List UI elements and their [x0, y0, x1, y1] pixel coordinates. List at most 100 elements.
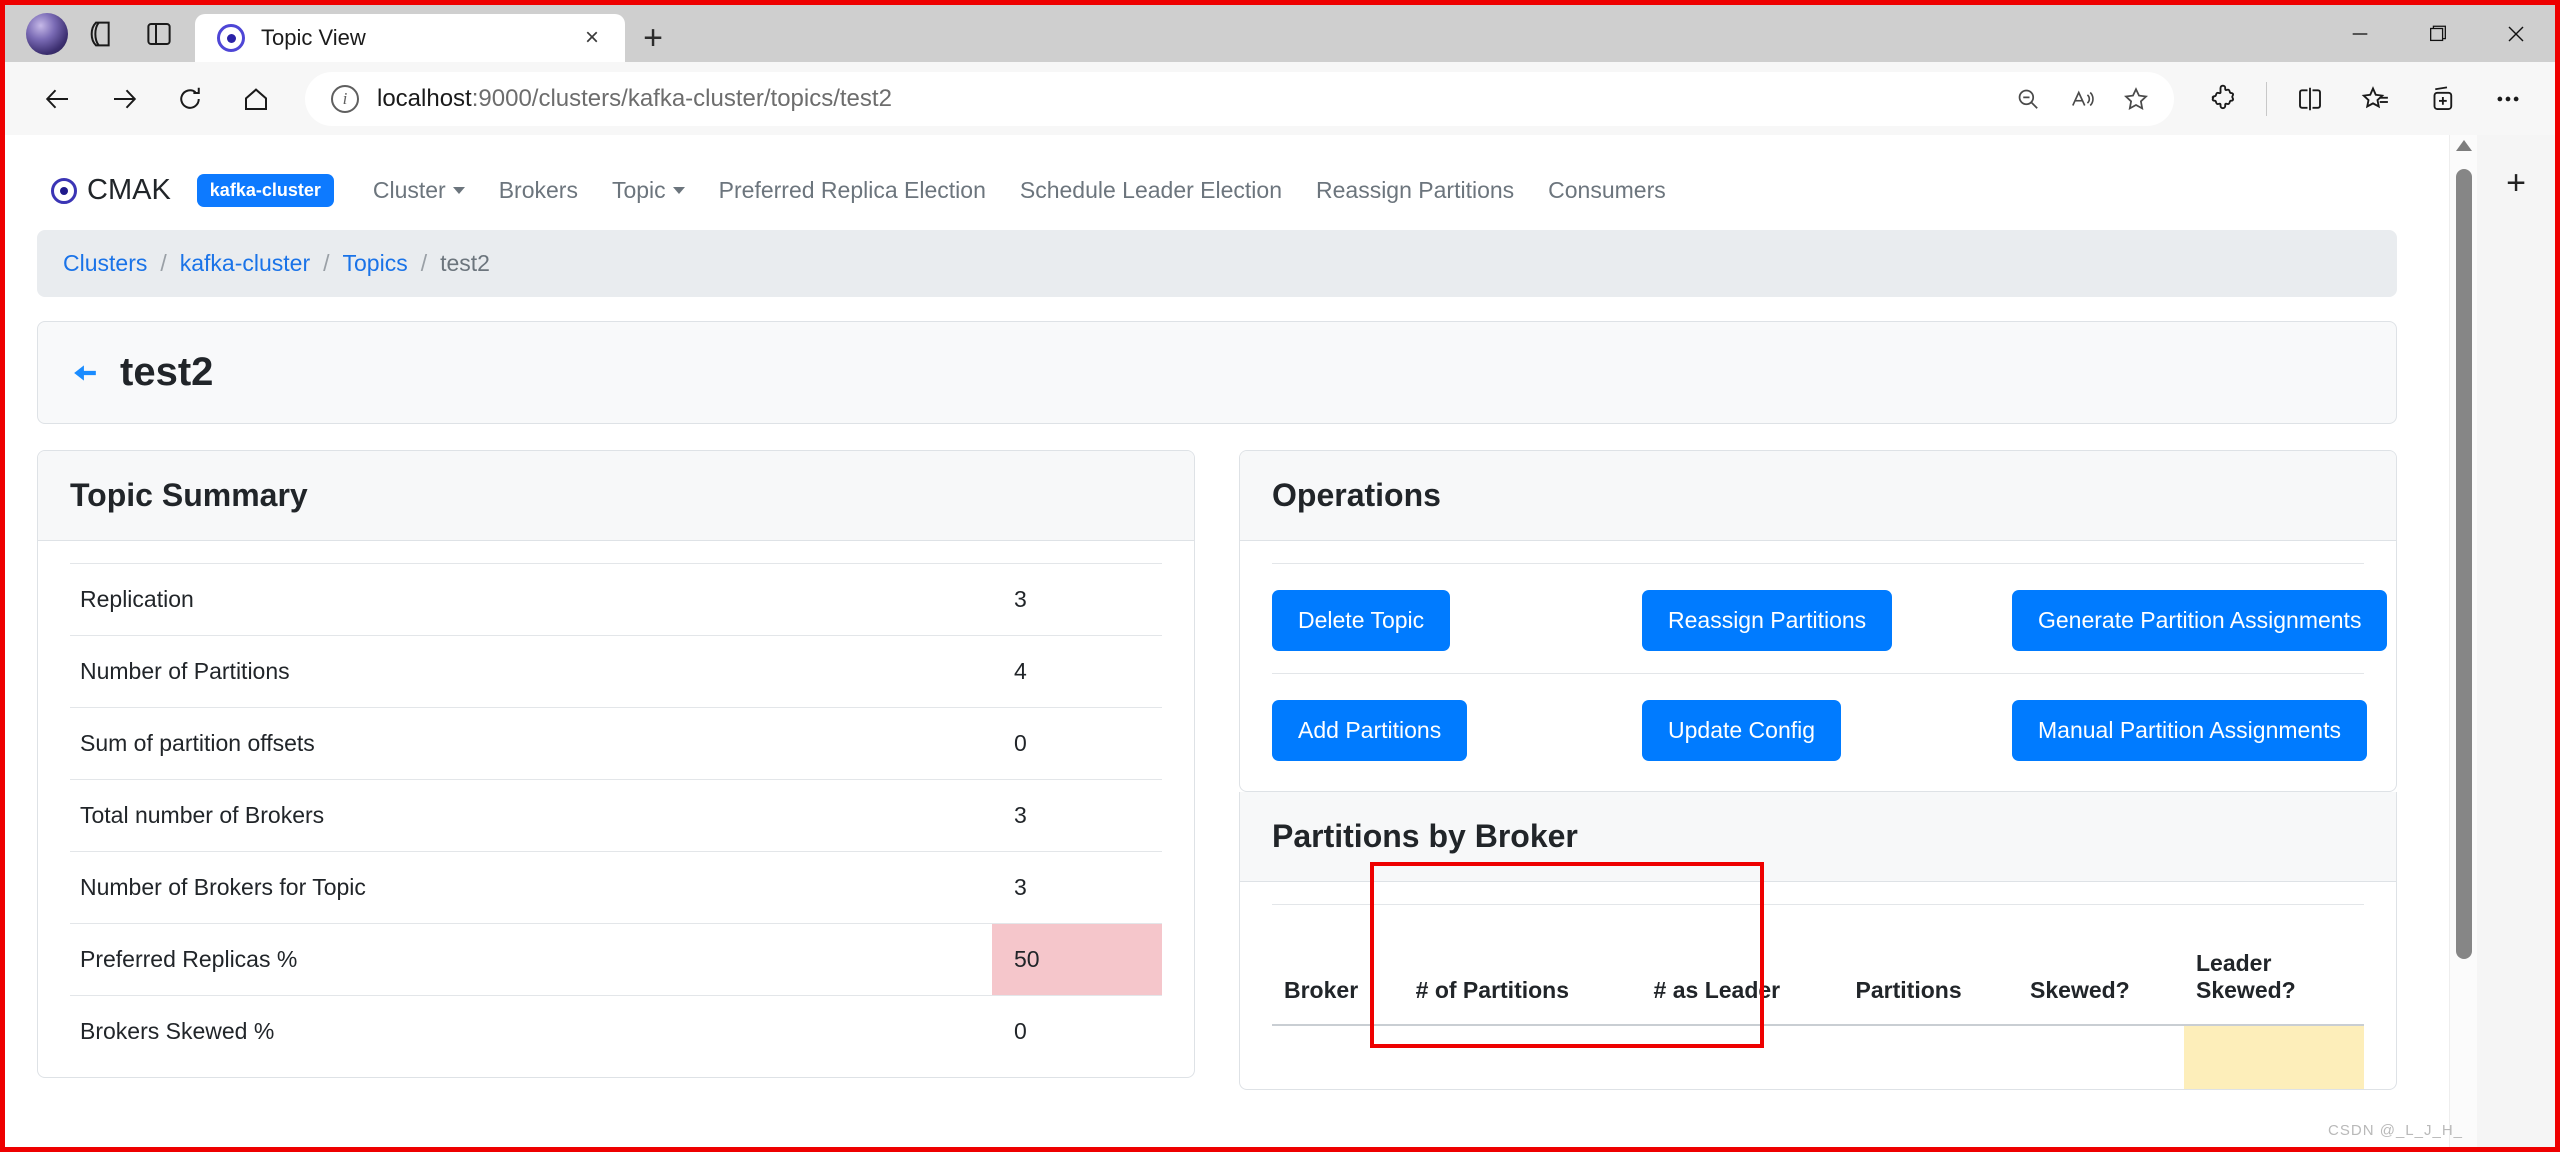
table-row: Number of Partitions 4	[70, 636, 1162, 708]
workspaces-icon[interactable]	[75, 5, 131, 62]
operations-cell: Update Config	[1642, 700, 1972, 761]
breadcrumb-separator: /	[421, 250, 427, 277]
table-row	[1272, 1025, 2364, 1089]
add-sidebar-app-button[interactable]: +	[2490, 157, 2542, 209]
reassign-partitions-button[interactable]: Reassign Partitions	[1642, 590, 1892, 651]
nav-item-topic[interactable]: Topic	[595, 171, 702, 210]
operations-row-2: Add Partitions Update Config Manual Part…	[1272, 673, 2364, 761]
cell-partitions	[1844, 1025, 2018, 1089]
add-partitions-button[interactable]: Add Partitions	[1272, 700, 1467, 761]
nav-item-preferred-replica-election[interactable]: Preferred Replica Election	[702, 171, 1003, 210]
cmak-brand-label: CMAK	[87, 174, 171, 207]
close-icon[interactable]: ×	[575, 24, 609, 52]
forward-arrow-icon[interactable]	[93, 73, 155, 125]
column-header-num-as-leader[interactable]: # as Leader	[1642, 930, 1844, 1025]
read-aloud-icon[interactable]	[2056, 76, 2108, 122]
nav-item-cluster-label: Cluster	[373, 177, 446, 204]
manual-partition-assignments-button[interactable]: Manual Partition Assignments	[2012, 700, 2367, 761]
column-header-num-of-partitions[interactable]: # of Partitions	[1404, 930, 1642, 1025]
summary-value-replication: 3	[992, 564, 1162, 636]
table-row: Replication 3	[70, 564, 1162, 636]
operations-card: Operations Delete Topic Reassign Partiti…	[1239, 450, 2397, 792]
page-viewport: CMAK kafka-cluster Cluster Brokers Topic…	[5, 135, 2555, 1147]
split-screen-icon[interactable]	[2279, 73, 2341, 125]
maximize-icon[interactable]	[2399, 5, 2477, 62]
url-text: localhost:9000/clusters/kafka-cluster/to…	[377, 85, 1984, 113]
table-row: Sum of partition offsets 0	[70, 708, 1162, 780]
split-pane-icon[interactable]	[131, 5, 187, 62]
summary-value-total-number-of-brokers: 3	[992, 780, 1162, 852]
zoom-out-icon[interactable]	[2002, 76, 2054, 122]
summary-value-number-of-partitions: 4	[992, 636, 1162, 708]
edge-sidebar-rail: +	[2477, 135, 2555, 1147]
settings-more-icon[interactable]	[2477, 73, 2539, 125]
browser-title-bar: Topic View × +	[5, 5, 2555, 62]
breadcrumb: Clusters / kafka-cluster / Topics / test…	[37, 230, 2397, 297]
cell-broker	[1272, 1025, 1404, 1089]
operations-body: Delete Topic Reassign Partitions Generat…	[1240, 541, 2396, 791]
cluster-badge[interactable]: kafka-cluster	[197, 174, 334, 207]
summary-label-number-of-brokers-for-topic: Number of Brokers for Topic	[70, 852, 992, 924]
scroll-up-arrow-icon[interactable]	[2450, 139, 2477, 153]
table-top-divider	[1272, 904, 2364, 930]
page-scrollbar[interactable]	[2449, 135, 2477, 1147]
page-scroll-area: CMAK kafka-cluster Cluster Brokers Topic…	[5, 135, 2449, 1147]
cmak-navbar: CMAK kafka-cluster Cluster Brokers Topic…	[37, 163, 2397, 230]
nav-item-consumers[interactable]: Consumers	[1531, 171, 1683, 210]
nav-item-reassign-partitions[interactable]: Reassign Partitions	[1299, 171, 1531, 210]
nav-item-schedule-leader-election[interactable]: Schedule Leader Election	[1003, 171, 1299, 210]
back-arrow-icon[interactable]	[72, 360, 98, 386]
column-header-partitions[interactable]: Partitions	[1844, 930, 2018, 1025]
summary-value-preferred-replicas-pct: 50	[992, 924, 1162, 996]
partitions-by-broker-card: Partitions by Broker Broker # of Partiti…	[1239, 792, 2397, 1090]
update-config-button[interactable]: Update Config	[1642, 700, 1841, 761]
nav-item-brokers[interactable]: Brokers	[482, 171, 595, 210]
scrollbar-thumb[interactable]	[2456, 169, 2472, 959]
column-header-skewed[interactable]: Skewed?	[2018, 930, 2184, 1025]
home-icon[interactable]	[225, 73, 287, 125]
table-row: Brokers Skewed % 0	[70, 996, 1162, 1068]
toolbar-divider	[2266, 82, 2267, 116]
operations-cell: Delete Topic	[1272, 590, 1602, 651]
breadcrumb-separator: /	[323, 250, 329, 277]
operations-cell: Reassign Partitions	[1642, 590, 1972, 651]
partitions-by-broker-body: Broker # of Partitions # as Leader Parti…	[1240, 882, 2396, 1089]
reload-icon[interactable]	[159, 73, 221, 125]
title-bar-left-icons	[5, 5, 187, 62]
operations-cell: Add Partitions	[1272, 700, 1602, 761]
breadcrumb-item-kafka-cluster[interactable]: kafka-cluster	[180, 250, 310, 277]
window-controls	[2321, 5, 2555, 62]
breadcrumb-item-clusters[interactable]: Clusters	[63, 250, 147, 277]
table-row: Number of Brokers for Topic 3	[70, 852, 1162, 924]
cell-num-of-partitions	[1404, 1025, 1642, 1089]
cmak-brand[interactable]: CMAK	[51, 174, 171, 207]
cmak-logo-icon	[51, 178, 77, 204]
content-columns: Topic Summary Replication 3	[37, 450, 2397, 1090]
summary-label-preferred-replicas-pct: Preferred Replicas %	[70, 924, 992, 996]
back-arrow-icon[interactable]	[27, 73, 89, 125]
info-icon[interactable]: i	[331, 85, 359, 113]
browser-tab-topic-view[interactable]: Topic View ×	[195, 14, 625, 62]
generate-partition-assignments-button[interactable]: Generate Partition Assignments	[2012, 590, 2387, 651]
add-to-collections-icon[interactable]	[2411, 73, 2473, 125]
address-bar[interactable]: i localhost:9000/clusters/kafka-cluster/…	[305, 72, 2174, 126]
nav-item-cluster[interactable]: Cluster	[356, 171, 482, 210]
favorite-star-icon[interactable]	[2110, 76, 2162, 122]
extensions-icon[interactable]	[2192, 73, 2254, 125]
chevron-down-icon	[673, 187, 685, 194]
profile-orb-icon[interactable]	[19, 5, 75, 62]
breadcrumb-item-topics[interactable]: Topics	[343, 250, 408, 277]
delete-topic-button[interactable]: Delete Topic	[1272, 590, 1450, 651]
cmak-favicon	[217, 24, 245, 52]
close-window-icon[interactable]	[2477, 5, 2555, 62]
column-header-leader-skewed[interactable]: Leader Skewed?	[2184, 930, 2364, 1025]
table-row: Preferred Replicas % 50	[70, 924, 1162, 996]
column-header-broker[interactable]: Broker	[1272, 930, 1404, 1025]
new-tab-button[interactable]: +	[625, 14, 681, 62]
nav-item-topic-label: Topic	[612, 177, 666, 204]
collections-favorites-icon[interactable]	[2345, 73, 2407, 125]
summary-label-replication: Replication	[70, 564, 992, 636]
browser-toolbar: i localhost:9000/clusters/kafka-cluster/…	[5, 62, 2555, 135]
partitions-by-broker-table: Broker # of Partitions # as Leader Parti…	[1272, 930, 2364, 1089]
minimize-icon[interactable]	[2321, 5, 2399, 62]
